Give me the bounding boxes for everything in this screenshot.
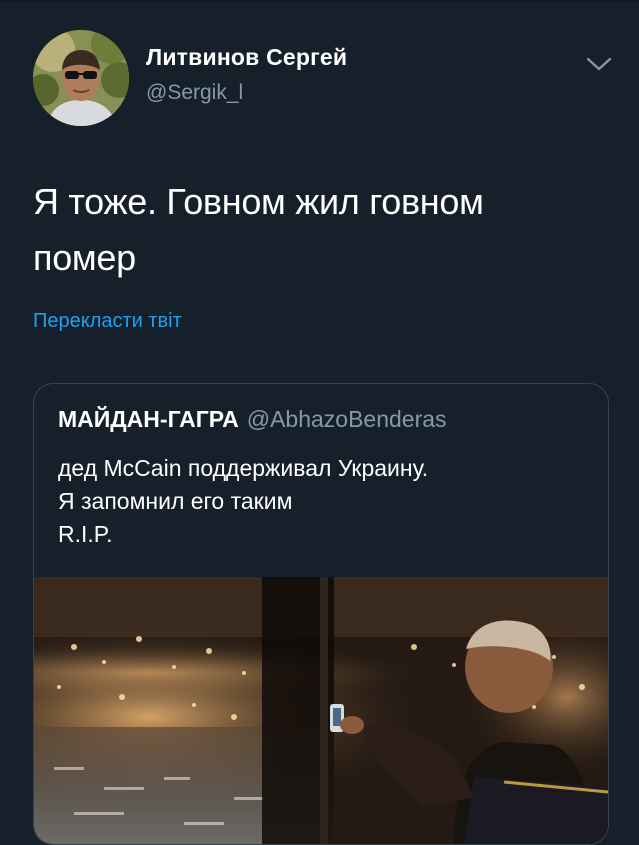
quoted-tweet-media[interactable] — [34, 577, 608, 844]
avatar-photo — [33, 30, 129, 126]
quoted-tweet-text: дед McCain поддерживал Украину. Я запомн… — [58, 455, 429, 547]
quoted-tweet-card[interactable]: МАЙДАН-ГАГРА @AbhazoBenderas дед McCain п… — [33, 383, 609, 845]
chevron-down-icon[interactable] — [584, 52, 614, 76]
quoted-tweet-header: МАЙДАН-ГАГРА @AbhazoBenderas — [58, 406, 447, 433]
quoted-author-name: МАЙДАН-ГАГРА — [58, 406, 239, 432]
tweet: Литвинов Сергей @Sergik_l Я тоже. Говном… — [0, 0, 639, 845]
author-name[interactable]: Литвинов Сергей — [146, 44, 347, 71]
avatar[interactable] — [33, 30, 129, 126]
author-handle[interactable]: @Sergik_l — [146, 81, 243, 105]
media-photo — [34, 577, 608, 844]
quoted-author-handle: @AbhazoBenderas — [246, 406, 447, 432]
translate-tweet-link[interactable]: Перекласти твіт — [33, 310, 182, 333]
tweet-text: Я тоже. Говном жил говном помер — [33, 181, 484, 278]
